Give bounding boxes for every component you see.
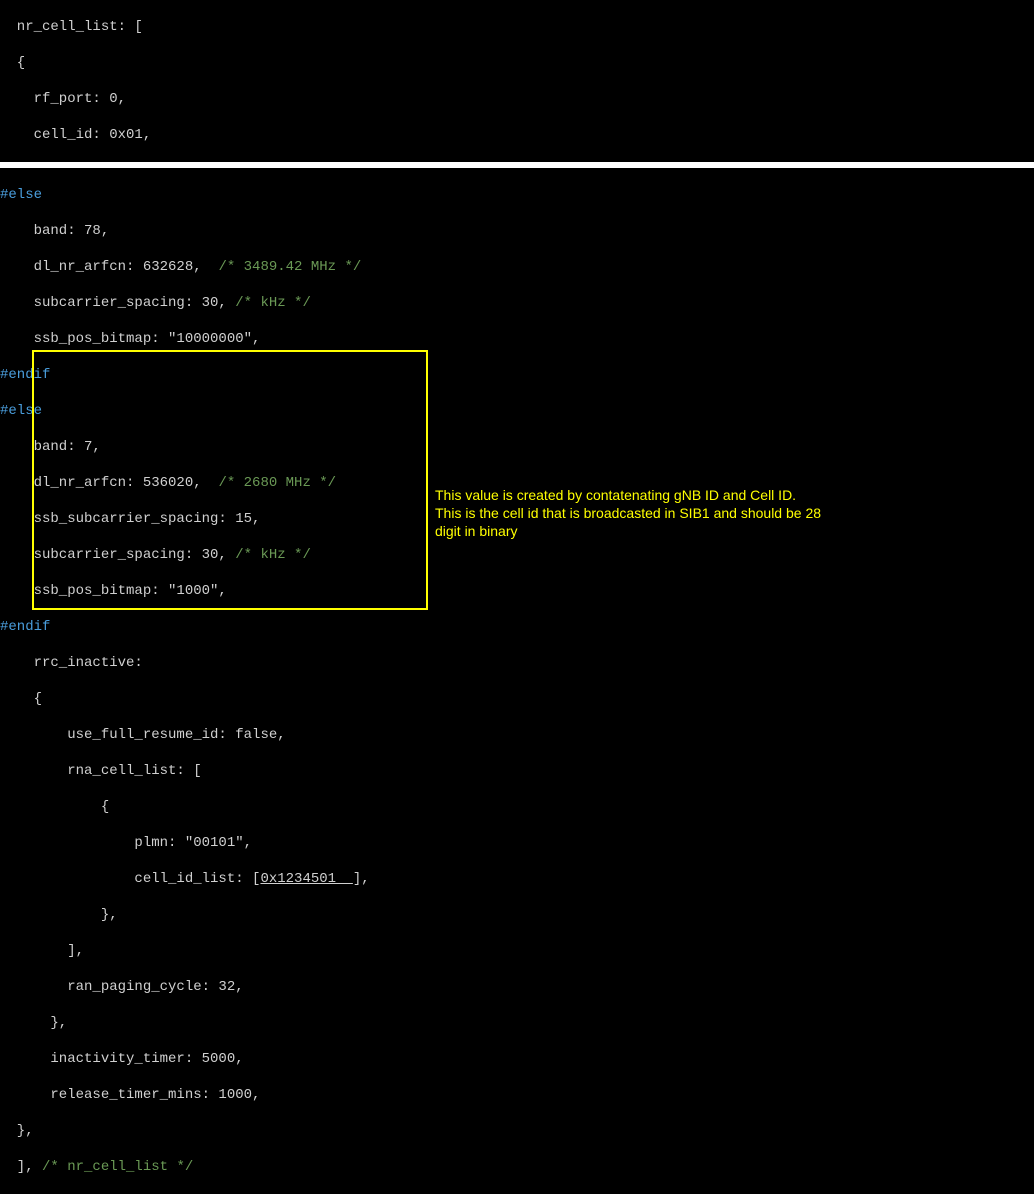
code-comment: /* kHz */	[235, 295, 311, 311]
code-text: dl_nr_arfcn: 536020,	[0, 475, 218, 491]
annotation-line: This is the cell id that is broadcasted …	[435, 504, 821, 522]
code-line: ], /* nr_cell_list */	[0, 1158, 1034, 1176]
preprocessor-endif: #endif	[0, 618, 1034, 636]
code-line: ],	[0, 942, 1034, 960]
code-text: cell_id_list: [	[0, 871, 260, 887]
code-line: inactivity_timer: 5000,	[0, 1050, 1034, 1068]
code-comment: /* kHz */	[235, 547, 311, 563]
code-line: dl_nr_arfcn: 632628, /* 3489.42 MHz */	[0, 258, 1034, 276]
code-line: {	[0, 54, 1034, 72]
code-comment: /* 3489.42 MHz */	[218, 259, 361, 275]
code-line: ssb_pos_bitmap: "10000000",	[0, 330, 1034, 348]
code-line: subcarrier_spacing: 30, /* kHz */	[0, 546, 1034, 564]
code-line: },	[0, 1122, 1034, 1140]
code-line: ssb_pos_bitmap: "1000",	[0, 582, 1034, 600]
preprocessor-else: #else	[0, 186, 1034, 204]
code-line: cell_id: 0x01,	[0, 126, 1034, 144]
code-line: band: 78,	[0, 222, 1034, 240]
code-line: rrc_inactive:	[0, 654, 1034, 672]
preprocessor-endif: #endif	[0, 366, 1034, 384]
code-line: release_timer_mins: 1000,	[0, 1086, 1034, 1104]
cell-id-value: 0x1234501	[260, 871, 352, 887]
code-line: subcarrier_spacing: 30, /* kHz */	[0, 294, 1034, 312]
code-line: rf_port: 0,	[0, 90, 1034, 108]
code-line: {	[0, 798, 1034, 816]
code-line: {	[0, 690, 1034, 708]
code-line: use_full_resume_id: false,	[0, 726, 1034, 744]
code-line: },	[0, 906, 1034, 924]
code-text: subcarrier_spacing: 30,	[0, 295, 235, 311]
annotation-text: This value is created by contatenating g…	[435, 486, 821, 540]
code-line: },	[0, 1014, 1034, 1032]
code-line: ran_paging_cycle: 32,	[0, 978, 1034, 996]
code-line: nr_cell_list: [	[0, 18, 1034, 36]
code-comment: /* nr_cell_list */	[42, 1159, 193, 1175]
code-text: ],	[0, 1159, 42, 1175]
preprocessor-else: #else	[0, 402, 1034, 420]
annotation-line: This value is created by contatenating g…	[435, 486, 821, 504]
code-block-top: nr_cell_list: [ { rf_port: 0, cell_id: 0…	[0, 0, 1034, 162]
code-comment: /* 2680 MHz */	[218, 475, 336, 491]
code-line: cell_id_list: [0x1234501 ],	[0, 870, 1034, 888]
code-line: rna_cell_list: [	[0, 762, 1034, 780]
code-block-main: #else band: 78, dl_nr_arfcn: 632628, /* …	[0, 168, 1034, 1194]
annotation-line: digit in binary	[435, 522, 821, 540]
code-line: band: 7,	[0, 438, 1034, 456]
code-text: dl_nr_arfcn: 632628,	[0, 259, 218, 275]
code-text: ],	[353, 871, 370, 887]
code-line: plmn: "00101",	[0, 834, 1034, 852]
code-text: subcarrier_spacing: 30,	[0, 547, 235, 563]
